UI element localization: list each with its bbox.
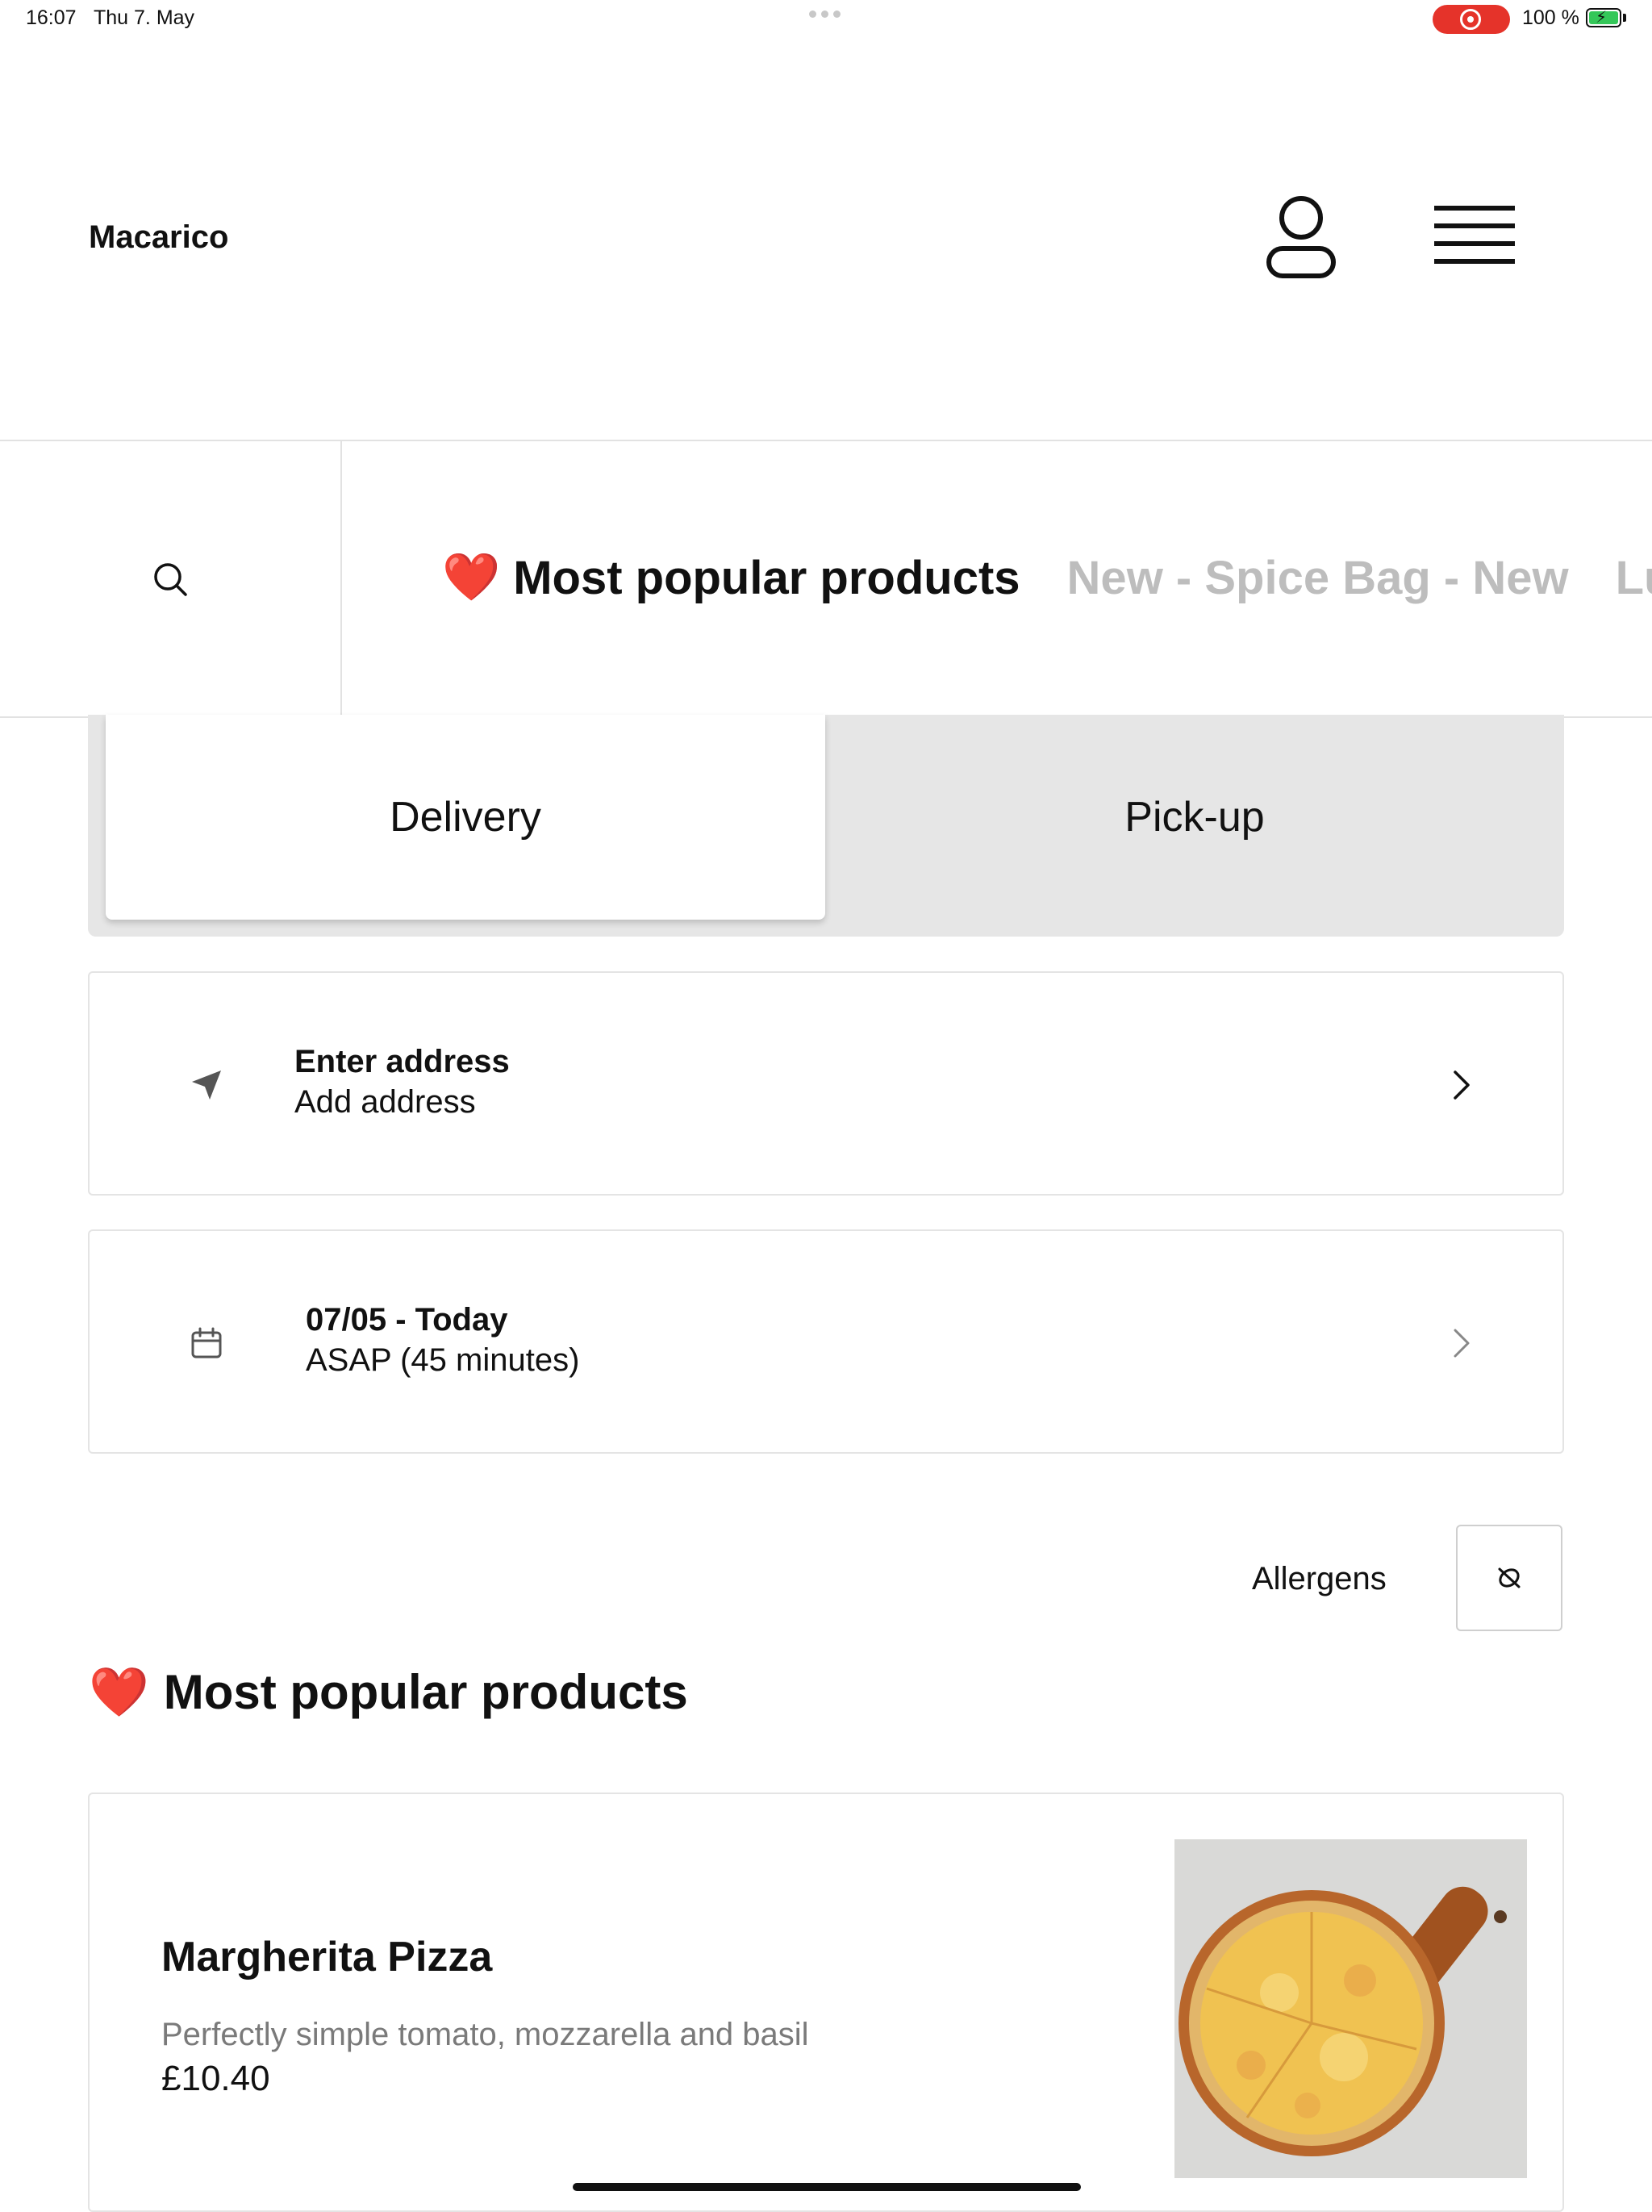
multitasking-dots[interactable] [809,10,845,19]
schedule-title: 07/05 - Today [306,1302,508,1338]
battery-cap [1623,14,1626,22]
battery-percentage: 100 % [1522,6,1579,29]
battery-icon: ⚡ [1586,8,1621,27]
record-icon [1460,9,1481,30]
hamburger-menu-icon [1434,206,1515,264]
chevron-right-icon [1441,1065,1482,1105]
allergens-button[interactable] [1456,1525,1562,1631]
search-icon [154,563,187,596]
product-description: Perfectly simple tomato, mozzarella and … [161,2017,809,2052]
status-time: 16:07 [26,6,77,29]
heart-emoji: ❤️ [89,1665,149,1719]
menu-button[interactable] [1430,194,1519,282]
location-arrow-icon [178,1057,235,1113]
pizza-image[interactable] [1174,1839,1527,2178]
product-price: £10.40 [161,2059,270,2098]
home-indicator[interactable] [573,2183,1081,2191]
pickup-option[interactable]: Pick-up [825,715,1564,920]
calendar-icon [178,1315,235,1371]
brand-name[interactable]: Macarico [89,219,228,256]
tab-label: Lu [1615,551,1652,604]
product-name[interactable]: Margherita Pizza [161,1933,492,1981]
address-card[interactable]: Enter address Add address [88,971,1564,1196]
tab-lunch[interactable]: Lu [1616,551,1652,605]
account-button[interactable] [1257,194,1345,282]
tab-spice-bag[interactable]: New - Spice Bag - New [1067,551,1569,605]
chevron-right-icon [1441,1323,1482,1363]
category-tabs: ❤️ Most popular products New - Spice Bag… [442,550,1652,605]
allergens-label: Allergens [1252,1561,1387,1596]
delivery-option[interactable]: Delivery [106,715,825,920]
heart-emoji: ❤️ [442,551,501,603]
section-title: ❤️ Most popular products [89,1663,688,1721]
status-date: Thu 7. May [94,6,195,29]
address-subtitle: Add address [294,1084,476,1120]
screen-recording-indicator[interactable] [1433,5,1510,34]
section-title-text: Most popular products [163,1665,688,1719]
schedule-subtitle: ASAP (45 minutes) [306,1342,580,1378]
schedule-card[interactable]: 07/05 - Today ASAP (45 minutes) [88,1229,1564,1454]
tab-label: New - Spice Bag - New [1066,551,1569,604]
order-mode-toggle: Delivery Pick-up [88,715,1564,937]
address-title: Enter address [294,1044,510,1079]
user-icon [1266,196,1336,278]
tab-most-popular[interactable]: ❤️ Most popular products [442,550,1020,605]
tab-label: Most popular products [513,551,1020,604]
search-button[interactable] [0,441,342,717]
allergen-filter-icon [1498,1567,1521,1588]
